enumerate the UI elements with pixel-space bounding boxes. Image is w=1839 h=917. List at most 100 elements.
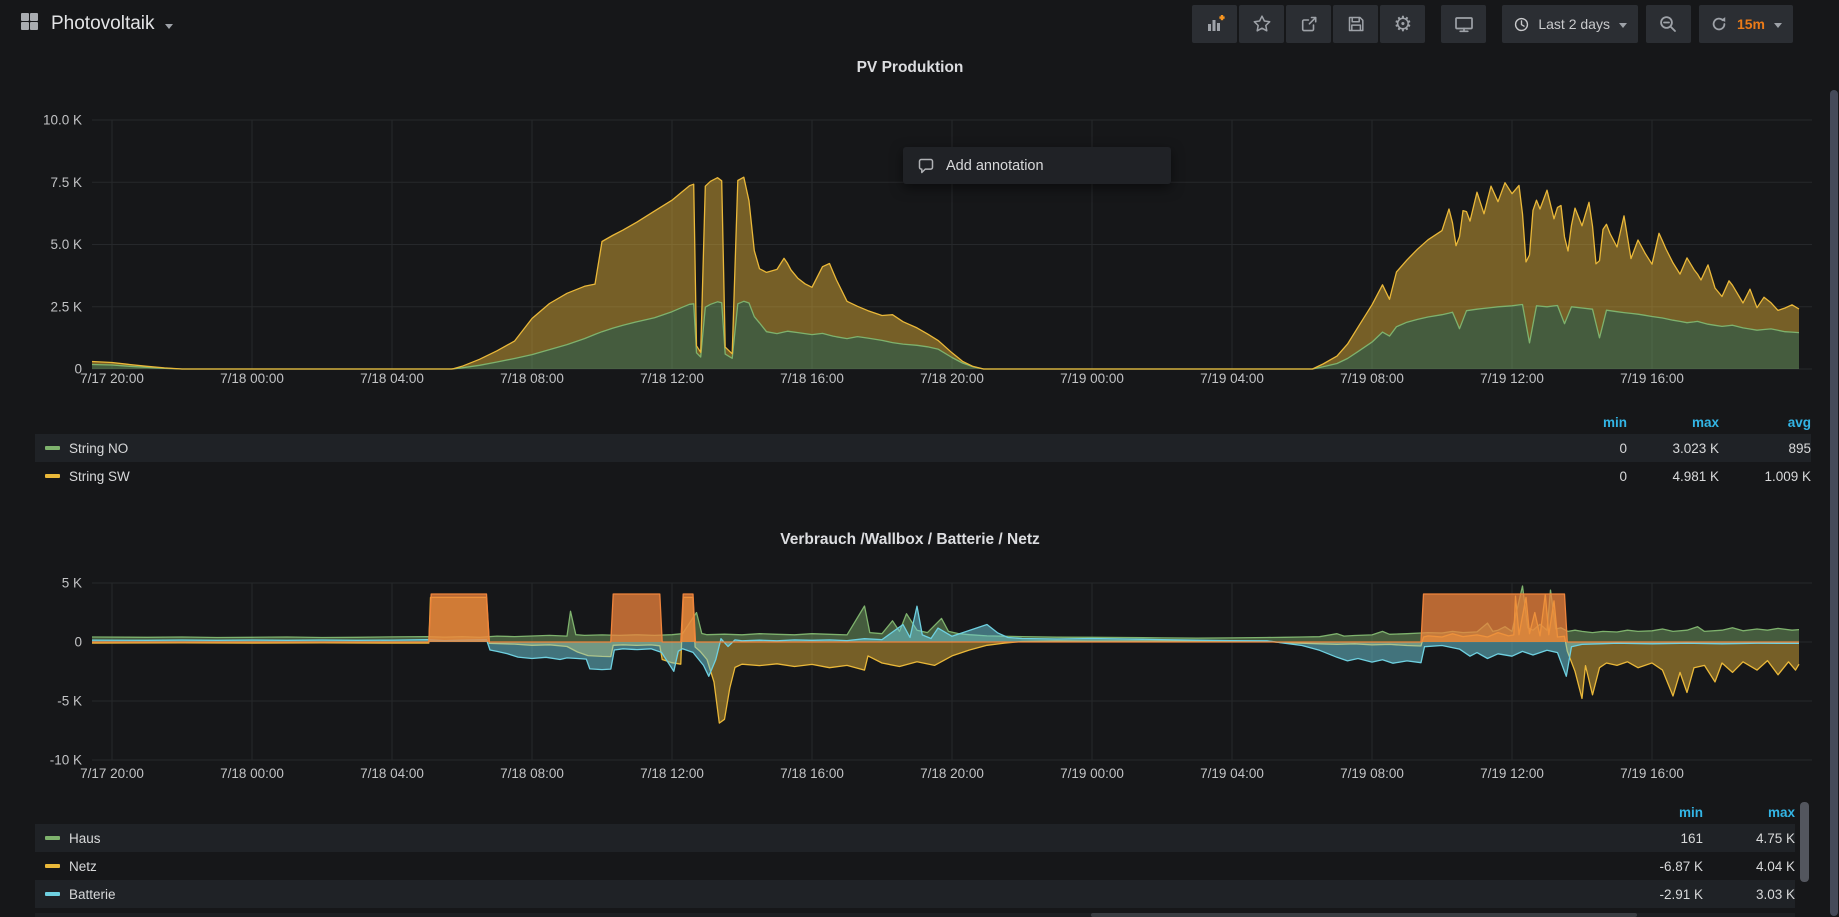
x-axis-tick-label: 7/19 12:00 — [1480, 371, 1544, 386]
x-axis-tick-label: 7/18 12:00 — [640, 371, 704, 386]
legend-value-max: 3.023 K — [1627, 441, 1719, 456]
page-scrollbar-thumb[interactable] — [1830, 90, 1838, 916]
series-group — [92, 177, 1799, 369]
horizontal-scrollbar[interactable] — [35, 913, 1795, 917]
annotation-bubble-icon — [917, 157, 935, 175]
legend-series-toggle[interactable]: Batterie — [45, 887, 1611, 902]
dashboard-title[interactable]: Photovoltaik — [51, 13, 155, 35]
x-axis-tick-label: 7/19 08:00 — [1340, 371, 1404, 386]
legend-swatch-icon — [45, 836, 60, 840]
x-axis-tick-label: 7/17 20:00 — [80, 371, 144, 386]
legend-value-avg: 895 — [1719, 441, 1811, 456]
star-button[interactable] — [1239, 5, 1284, 43]
chevron-down-icon — [1619, 23, 1627, 28]
verbrauch-chart[interactable]: 5 K0-5 K-10 K7/17 20:007/18 00:007/18 04… — [0, 553, 1839, 793]
y-axis-tick-label: 2.5 K — [50, 299, 82, 314]
legend-series-toggle[interactable]: String NO — [45, 441, 1535, 456]
legend-series-name: Haus — [69, 831, 101, 846]
legend-row: Batterie-2.91 K3.03 K — [35, 880, 1795, 908]
x-axis-tick-label: 7/18 08:00 — [500, 766, 564, 781]
horizontal-scrollbar-thumb[interactable] — [1091, 913, 1637, 917]
x-axis-tick-label: 7/19 12:00 — [1480, 766, 1544, 781]
legend-row: Netz-6.87 K4.04 K — [35, 852, 1795, 880]
legend-header-row: minmaxavg — [35, 410, 1811, 434]
y-axis-tick-label: -5 K — [57, 694, 82, 709]
legend-value-avg: 1.009 K — [1719, 469, 1811, 484]
x-axis-tick-label: 7/18 12:00 — [640, 766, 704, 781]
legend-swatch-icon — [45, 892, 60, 896]
legend-scrollbar-thumb[interactable] — [1800, 802, 1809, 882]
y-axis-tick-label: 5.0 K — [50, 237, 82, 252]
y-axis-tick-label: 7.5 K — [50, 175, 82, 190]
legend-series-toggle[interactable]: String SW — [45, 469, 1535, 484]
chevron-down-icon — [165, 24, 173, 29]
x-axis-tick-label: 7/18 16:00 — [780, 371, 844, 386]
zoom-out-button[interactable] — [1646, 5, 1691, 43]
x-axis-tick-label: 7/18 20:00 — [920, 371, 984, 386]
series-group — [92, 586, 1799, 723]
grafana-dashboard: Photovoltaik ⚙ Last — [0, 0, 1839, 917]
legend-value-min: 161 — [1611, 831, 1703, 846]
add-annotation-label: Add annotation — [946, 158, 1044, 174]
legend-series-name: String NO — [69, 441, 128, 456]
legend-value-min: 0 — [1535, 469, 1627, 484]
legend-column-header-min[interactable]: min — [1611, 805, 1703, 820]
share-button[interactable] — [1286, 5, 1331, 43]
legend-swatch-icon — [45, 446, 60, 450]
legend-row: Haus 1614.75 K — [35, 824, 1795, 852]
star-icon — [1252, 14, 1272, 34]
x-axis-tick-label: 7/18 04:00 — [360, 766, 424, 781]
tv-icon — [1453, 14, 1475, 34]
panel-title-pv-produktion[interactable]: PV Produktion — [0, 59, 1820, 77]
legend-value-max: 4.981 K — [1627, 469, 1719, 484]
x-axis-tick-label: 7/19 00:00 — [1060, 371, 1124, 386]
x-axis-tick-label: 7/18 16:00 — [780, 766, 844, 781]
gear-icon: ⚙ — [1393, 14, 1412, 35]
legend-column-header-max[interactable]: max — [1703, 805, 1795, 820]
dashboard-picker[interactable]: Photovoltaik — [20, 12, 173, 36]
x-axis-tick-label: 7/19 04:00 — [1200, 371, 1264, 386]
legend-value-max: 4.04 K — [1703, 859, 1795, 874]
refresh-interval-label: 15m — [1737, 16, 1765, 32]
legend-value-min: -2.91 K — [1611, 887, 1703, 902]
navbar-actions: ⚙ Last 2 days 15m — [1190, 5, 1793, 43]
x-axis-tick-label: 7/18 20:00 — [920, 766, 984, 781]
x-axis-tick-label: 7/18 00:00 — [220, 766, 284, 781]
add-annotation-menu-item[interactable]: Add annotation — [903, 147, 1171, 184]
legend-value-max: 4.75 K — [1703, 831, 1795, 846]
x-axis-tick-label: 7/17 20:00 — [80, 766, 144, 781]
y-axis-tick-label: 10.0 K — [43, 113, 82, 128]
time-picker-button[interactable]: Last 2 days — [1502, 5, 1638, 43]
legend-series-toggle[interactable]: Netz — [45, 859, 1611, 874]
legend-row: String SW04.981 K1.009 K — [35, 462, 1811, 490]
clock-icon — [1513, 16, 1530, 33]
legend-swatch-icon — [45, 474, 60, 478]
x-axis-tick-label: 7/19 16:00 — [1620, 766, 1684, 781]
legend-value-min: -6.87 K — [1611, 859, 1703, 874]
navbar: Photovoltaik ⚙ Last — [0, 0, 1839, 48]
x-axis-tick-label: 7/19 16:00 — [1620, 371, 1684, 386]
share-icon — [1299, 14, 1319, 34]
x-axis-tick-label: 7/18 00:00 — [220, 371, 284, 386]
save-icon — [1346, 14, 1366, 34]
legend-column-header-avg[interactable]: avg — [1719, 415, 1811, 430]
refresh-button[interactable]: 15m — [1699, 5, 1793, 43]
chevron-down-icon — [1774, 23, 1782, 28]
time-range-label: Last 2 days — [1538, 16, 1610, 32]
legend-row: String NO 03.023 K895 — [35, 434, 1811, 462]
x-axis-tick-label: 7/18 04:00 — [360, 371, 424, 386]
legend-column-header-min[interactable]: min — [1535, 415, 1627, 430]
series-area-string-no — [92, 301, 1799, 369]
settings-button[interactable]: ⚙ — [1380, 5, 1425, 43]
legend-column-header-max[interactable]: max — [1627, 415, 1719, 430]
panel-title-verbrauch[interactable]: Verbrauch /Wallbox / Batterie / Netz — [0, 531, 1820, 549]
add-panel-button[interactable] — [1192, 5, 1237, 43]
legend-value-max: 3.03 K — [1703, 887, 1795, 902]
pv-produktion-chart[interactable]: 10.0 K7.5 K5.0 K2.5 K07/17 20:007/18 00:… — [0, 88, 1839, 400]
cycle-view-button[interactable] — [1441, 5, 1486, 43]
legend-value-min: 0 — [1535, 441, 1627, 456]
legend-series-toggle[interactable]: Haus — [45, 831, 1611, 846]
y-axis-tick-label: 5 K — [62, 576, 82, 591]
save-button[interactable] — [1333, 5, 1378, 43]
legend-swatch-icon — [45, 864, 60, 868]
